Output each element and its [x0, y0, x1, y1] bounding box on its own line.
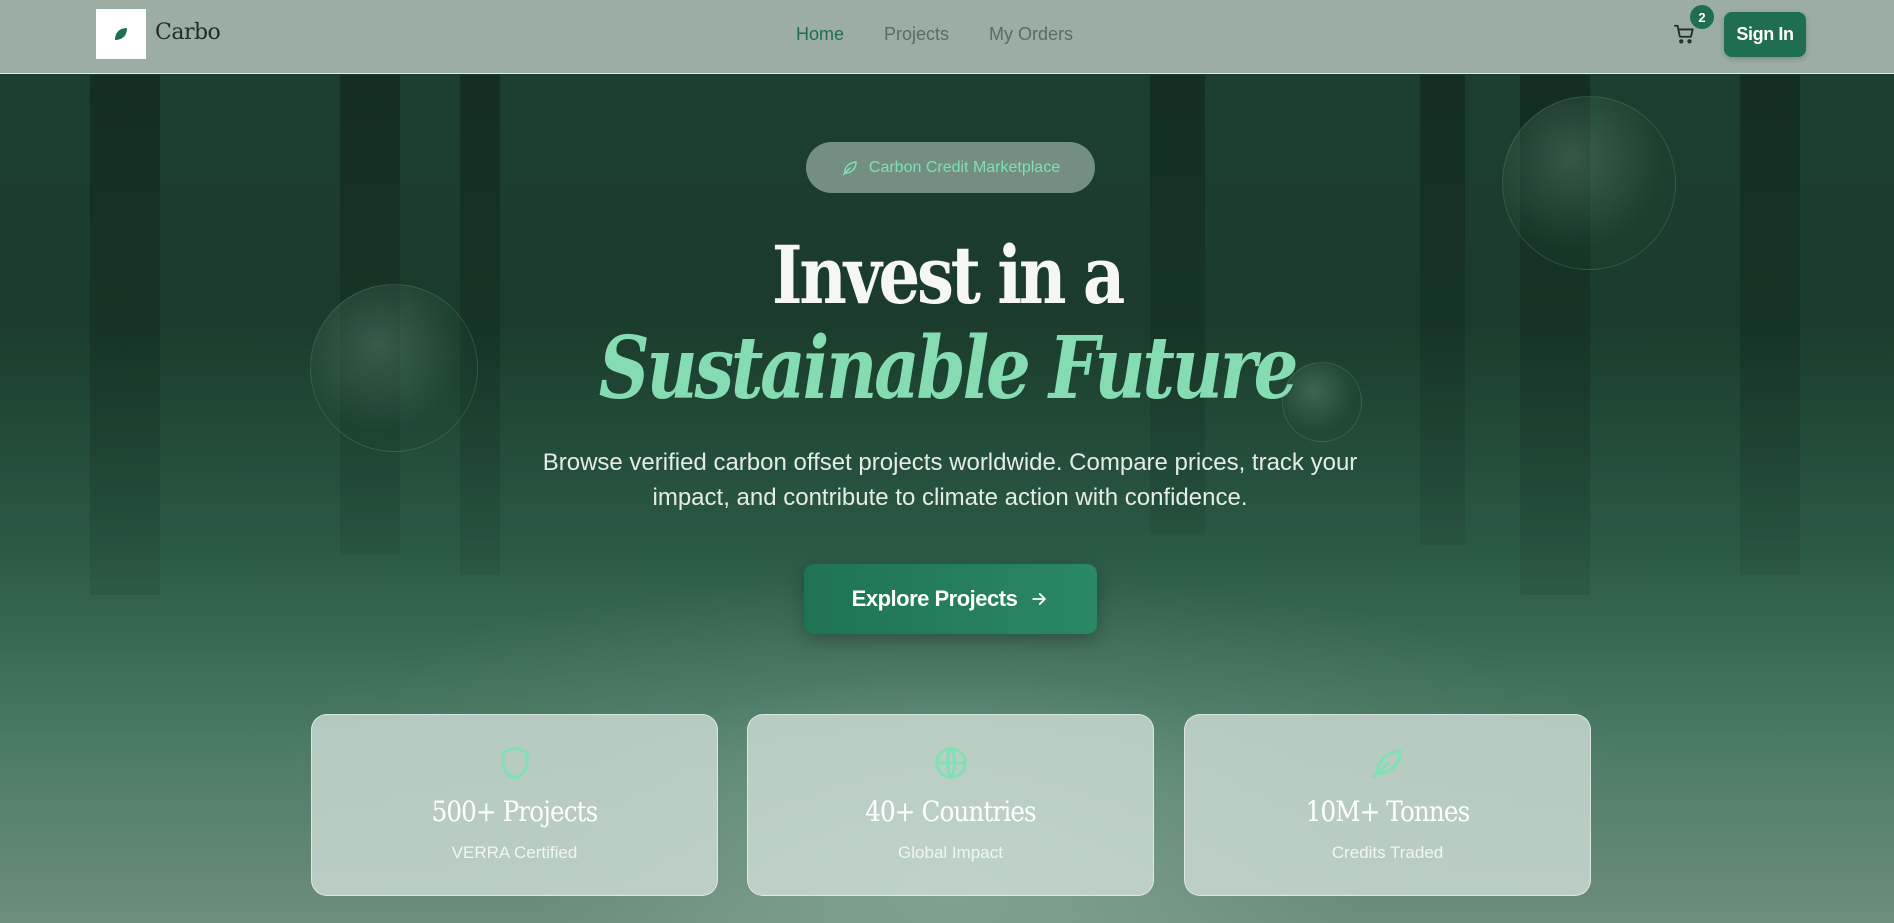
- leaf-logo-icon: [115, 28, 127, 40]
- explore-projects-label: Explore Projects: [851, 586, 1018, 611]
- nav-link-home[interactable]: Home: [796, 24, 844, 45]
- nav-links: Home Projects My Orders: [796, 24, 1073, 45]
- arrow-right-icon: [1032, 593, 1047, 605]
- shield-icon: [501, 746, 529, 780]
- marketplace-badge: Carbon Credit Marketplace: [806, 142, 1095, 193]
- hero-headline-line1: Invest in a: [771, 228, 1125, 322]
- sign-in-button[interactable]: Sign In: [1724, 12, 1806, 57]
- hero-subtitle: Browse verified carbon offset projects w…: [542, 449, 1358, 511]
- stat-subtitle: Global Impact: [898, 843, 1003, 862]
- stat-card-projects: 500+ Projects VERRA Certified: [311, 714, 718, 896]
- navbar: Carbo Home Projects My Orders 2 Sign In: [0, 0, 1894, 74]
- leaf-icon: [842, 160, 857, 175]
- explore-projects-button[interactable]: Explore Projects: [804, 564, 1097, 634]
- stat-title: 40+ Countries: [865, 795, 1036, 828]
- nav-link-projects[interactable]: Projects: [884, 24, 949, 45]
- forest-tree: [1740, 75, 1800, 575]
- stat-title: 10M+ Tonnes: [1305, 795, 1471, 828]
- globe-icon: [935, 746, 967, 780]
- cart-count-badge: 2: [1690, 5, 1714, 29]
- cart-icon[interactable]: [1673, 23, 1695, 45]
- forest-tree: [90, 75, 160, 595]
- nav-link-my-orders[interactable]: My Orders: [989, 24, 1073, 45]
- marketplace-badge-label: Carbon Credit Marketplace: [868, 158, 1061, 176]
- hero-headline-line2: Sustainable Future: [598, 318, 1299, 419]
- logo[interactable]: [96, 9, 146, 59]
- stat-subtitle: Credits Traded: [1331, 843, 1444, 862]
- stat-card-tonnes: 10M+ Tonnes Credits Traded: [1184, 714, 1591, 896]
- brand-name[interactable]: Carbo: [155, 20, 221, 45]
- leaf-icon: [1373, 749, 1402, 778]
- stat-subtitle: VERRA Certified: [451, 843, 578, 862]
- stat-title: 500+ Projects: [431, 795, 599, 828]
- stat-card-countries: 40+ Countries Global Impact: [747, 714, 1154, 896]
